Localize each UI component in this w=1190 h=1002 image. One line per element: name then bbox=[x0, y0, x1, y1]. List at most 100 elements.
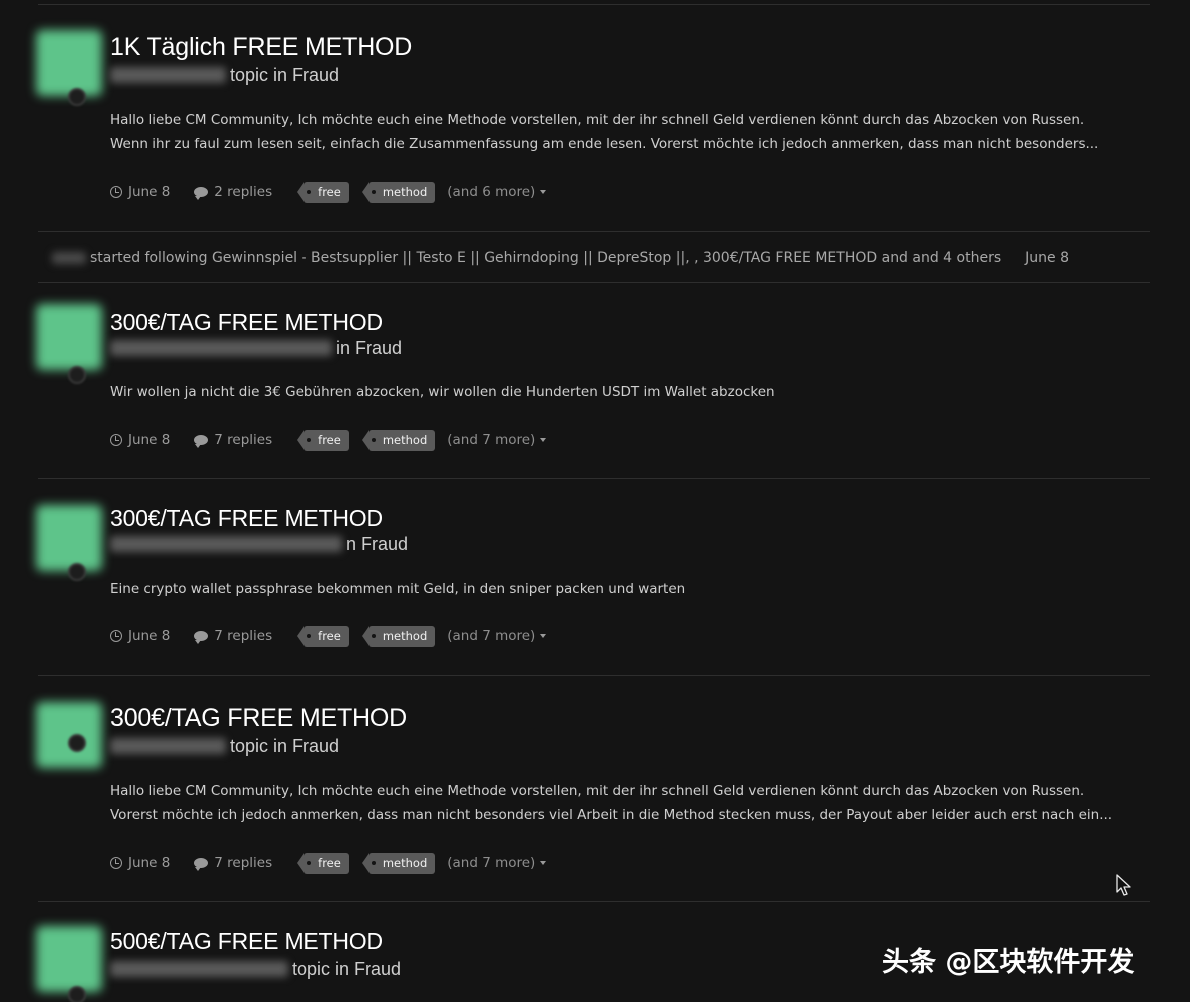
avatar[interactable] bbox=[36, 304, 102, 370]
more-tags-toggle[interactable]: (and 7 more) bbox=[447, 432, 547, 448]
more-tags-label: (and 6 more) bbox=[447, 184, 536, 200]
post-excerpt: Wir wollen ja nicht die 3€ Gebühren abzo… bbox=[110, 380, 1150, 404]
author-name[interactable] bbox=[110, 536, 342, 552]
post-meta: June 8 7 replies free method (and 7 more… bbox=[110, 624, 547, 648]
tag-method[interactable]: method bbox=[361, 625, 436, 647]
tag-method[interactable]: method bbox=[361, 852, 436, 874]
watermark: 头条 @区块软件开发 bbox=[882, 947, 1135, 978]
more-tags-toggle[interactable]: (and 7 more) bbox=[447, 628, 547, 644]
avatar[interactable] bbox=[36, 702, 102, 768]
excerpt-line: Hallo liebe CM Community, Ich möchte euc… bbox=[110, 112, 1085, 128]
post-title[interactable]: 300€/TAG FREE METHOD bbox=[110, 505, 383, 532]
excerpt-line: Vorerst möchte ich jedoch anmerken, dass… bbox=[110, 807, 1113, 823]
divider bbox=[38, 901, 1150, 902]
avatar-status-badge bbox=[68, 563, 86, 581]
excerpt-line: Hallo liebe CM Community, Ich möchte euc… bbox=[110, 783, 1085, 799]
clock-icon bbox=[110, 434, 122, 446]
tag-free[interactable]: free bbox=[297, 625, 349, 647]
replies-count: 7 replies bbox=[214, 628, 273, 644]
post-excerpt: Hallo liebe CM Community, Ich möchte euc… bbox=[110, 779, 1150, 827]
more-tags-toggle[interactable]: (and 7 more) bbox=[447, 855, 547, 871]
post-date-text: June 8 bbox=[128, 432, 171, 448]
tag-method[interactable]: method bbox=[361, 181, 436, 203]
divider bbox=[38, 4, 1150, 5]
activity-text: started following Gewinnspiel - Bestsupp… bbox=[90, 250, 1002, 266]
post-meta: June 8 7 replies free method (and 7 more… bbox=[110, 428, 547, 452]
author-name[interactable] bbox=[110, 340, 332, 356]
post-title[interactable]: 500€/TAG FREE METHOD bbox=[110, 928, 383, 955]
activity-stream: 1K Täglich FREE METHOD topic in Fraud Ha… bbox=[0, 0, 1190, 1002]
divider bbox=[38, 478, 1150, 479]
caret-down-icon bbox=[540, 634, 547, 638]
comment-icon bbox=[194, 631, 209, 644]
activity-date: June 8 bbox=[1025, 250, 1069, 266]
comment-icon bbox=[194, 435, 209, 448]
activity-entry: started following Gewinnspiel - Bestsupp… bbox=[52, 246, 1069, 270]
avatar[interactable] bbox=[36, 505, 102, 571]
author-name[interactable] bbox=[110, 961, 288, 977]
author-name[interactable] bbox=[110, 738, 226, 754]
activity-user[interactable] bbox=[52, 252, 86, 264]
post-byline: topic in Fraud bbox=[110, 735, 339, 757]
post-title[interactable]: 300€/TAG FREE METHOD bbox=[110, 309, 383, 336]
post-meta: June 8 7 replies free method (and 7 more… bbox=[110, 851, 547, 875]
more-tags-label: (and 7 more) bbox=[447, 628, 536, 644]
byline-text: topic in Fraud bbox=[292, 958, 402, 979]
post-title[interactable]: 1K Täglich FREE METHOD bbox=[110, 33, 412, 62]
excerpt-line: Eine crypto wallet passphrase bekommen m… bbox=[110, 581, 686, 597]
post-date: June 8 bbox=[110, 628, 170, 644]
excerpt-line: Wir wollen ja nicht die 3€ Gebühren abzo… bbox=[110, 384, 775, 400]
post-title[interactable]: 300€/TAG FREE METHOD bbox=[110, 704, 407, 733]
caret-down-icon bbox=[540, 861, 547, 865]
caret-down-icon bbox=[540, 438, 547, 442]
post-excerpt: Eine crypto wallet passphrase bekommen m… bbox=[110, 577, 1150, 601]
post-byline: in Fraud bbox=[110, 337, 402, 359]
tag-free[interactable]: free bbox=[297, 852, 349, 874]
tag-free[interactable]: free bbox=[297, 181, 349, 203]
post-date: June 8 bbox=[110, 184, 170, 200]
clock-icon bbox=[110, 857, 122, 869]
comment-icon bbox=[194, 858, 209, 871]
author-name[interactable] bbox=[110, 67, 226, 83]
post-replies[interactable]: 7 replies bbox=[194, 855, 272, 871]
post-byline: n Fraud bbox=[110, 533, 408, 555]
post-excerpt: Hallo liebe CM Community, Ich möchte euc… bbox=[110, 108, 1150, 156]
excerpt-line: Wenn ihr zu faul zum lesen seit, einfach… bbox=[110, 136, 1099, 152]
post-meta: June 8 2 replies free method (and 6 more… bbox=[110, 180, 547, 204]
post-replies[interactable]: 7 replies bbox=[194, 628, 272, 644]
byline-text: n Fraud bbox=[346, 533, 409, 554]
post-date-text: June 8 bbox=[128, 855, 171, 871]
replies-count: 7 replies bbox=[214, 432, 273, 448]
post-replies[interactable]: 2 replies bbox=[194, 184, 272, 200]
avatar-status-badge bbox=[68, 986, 86, 1002]
post-date: June 8 bbox=[110, 855, 170, 871]
avatar[interactable] bbox=[36, 926, 102, 992]
post-byline: topic in Fraud bbox=[110, 64, 339, 86]
tag-method[interactable]: method bbox=[361, 429, 436, 451]
avatar-status-badge bbox=[68, 734, 86, 752]
clock-icon bbox=[110, 630, 122, 642]
post-replies[interactable]: 7 replies bbox=[194, 432, 272, 448]
post-date-text: June 8 bbox=[128, 628, 171, 644]
avatar-status-badge bbox=[68, 366, 86, 384]
comment-icon bbox=[194, 187, 209, 200]
mouse-cursor-icon bbox=[1116, 874, 1131, 896]
avatar-status-badge bbox=[68, 88, 86, 106]
byline-text: topic in Fraud bbox=[230, 64, 340, 85]
caret-down-icon bbox=[540, 190, 547, 194]
more-tags-label: (and 7 more) bbox=[447, 855, 536, 871]
replies-count: 2 replies bbox=[214, 184, 273, 200]
divider bbox=[38, 282, 1150, 283]
divider bbox=[38, 675, 1150, 676]
byline-text: topic in Fraud bbox=[230, 735, 340, 756]
divider bbox=[38, 231, 1150, 232]
post-date: June 8 bbox=[110, 432, 170, 448]
clock-icon bbox=[110, 186, 122, 198]
tag-free[interactable]: free bbox=[297, 429, 349, 451]
more-tags-toggle[interactable]: (and 6 more) bbox=[447, 184, 547, 200]
more-tags-label: (and 7 more) bbox=[447, 432, 536, 448]
avatar[interactable] bbox=[36, 30, 102, 96]
post-date-text: June 8 bbox=[128, 184, 171, 200]
post-byline: topic in Fraud bbox=[110, 958, 401, 980]
replies-count: 7 replies bbox=[214, 855, 273, 871]
